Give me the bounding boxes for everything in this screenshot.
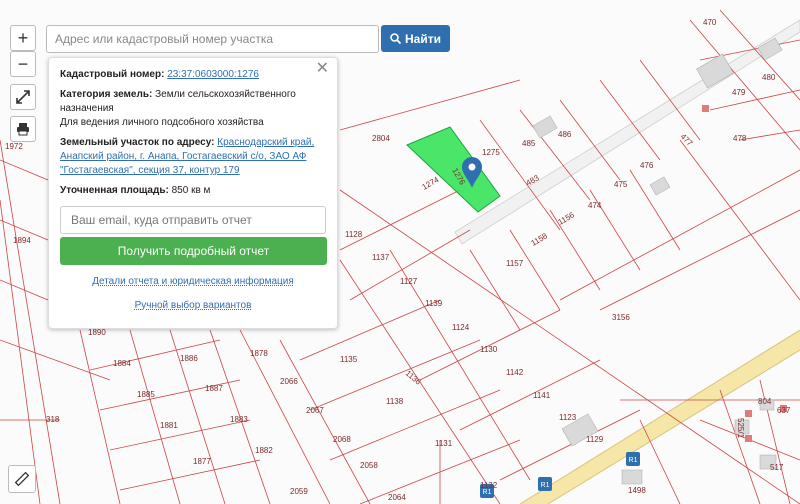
land-category-label: Категория земель: bbox=[60, 89, 153, 100]
parcel-number-label: 1137 bbox=[372, 253, 390, 262]
find-button-label: Найти bbox=[405, 31, 441, 46]
print-button[interactable] bbox=[10, 116, 36, 142]
parcel-number-label: 637 bbox=[777, 406, 791, 415]
printer-icon bbox=[17, 123, 29, 136]
parcel-number-label: 1130 bbox=[480, 345, 498, 354]
parcel-number-label: 1132 bbox=[480, 481, 498, 490]
parcel-number-label: 1878 bbox=[250, 349, 268, 358]
address-label: Земельный участок по адресу: bbox=[60, 137, 215, 148]
parcel-number-label: 1138 bbox=[386, 397, 404, 406]
parcel-number-label: 3156 bbox=[612, 313, 630, 322]
get-report-button[interactable]: Получить подробный отчет bbox=[60, 237, 327, 265]
parcel-number-label: 1124 bbox=[452, 323, 470, 332]
parcel-number-label: 1877 bbox=[193, 457, 211, 466]
parcel-number-label: 2068 bbox=[333, 435, 351, 444]
parcel-number-label: 1884 bbox=[113, 359, 131, 368]
parcel-number-label: 1135 bbox=[340, 355, 358, 364]
svg-text:R1: R1 bbox=[541, 482, 550, 489]
parcel-number-label: 470 bbox=[703, 18, 717, 27]
parcel-number-label: 478 bbox=[733, 134, 747, 143]
parcel-number-label: 517 bbox=[770, 463, 784, 472]
expand-icon bbox=[16, 90, 30, 104]
land-use-value: Для ведения личного подсобного хозяйства bbox=[60, 117, 264, 128]
parcel-number-label: 318 bbox=[46, 415, 60, 424]
parcel-number-label: 1890 bbox=[88, 328, 106, 337]
area-label: Уточненная площадь: bbox=[60, 185, 169, 196]
cadastral-number-row: Кадастровый номер: 23:37:0603000:1276 bbox=[60, 68, 326, 82]
parcel-number-label: 2059 bbox=[290, 487, 308, 496]
parcel-number-label: 2064 bbox=[388, 493, 406, 502]
parcel-number-label: 1127 bbox=[400, 277, 418, 286]
parcel-number-label: 1883 bbox=[230, 415, 248, 424]
parcel-number-label: 1885 bbox=[137, 390, 155, 399]
address-row: Земельный участок по адресу: Краснодарск… bbox=[60, 136, 326, 178]
parcel-number-label: 2058 bbox=[360, 461, 378, 470]
parcel-number-label: 1131 bbox=[435, 439, 453, 448]
parcel-number-label: 476 bbox=[640, 161, 654, 170]
fullscreen-button[interactable] bbox=[10, 84, 36, 110]
ruler-button[interactable] bbox=[8, 465, 36, 493]
cadastral-number-label: Кадастровый номер: bbox=[60, 69, 165, 80]
parcel-number-label: 1881 bbox=[160, 421, 178, 430]
parcel-info-panel: ✕ Кадастровый номер: 23:37:0603000:1276 … bbox=[48, 57, 338, 329]
parcel-number-label: 804 bbox=[758, 397, 772, 406]
parcel-number-label: 1139 bbox=[425, 299, 443, 308]
parcel-number-label: 2067 bbox=[306, 406, 324, 415]
area-value: 850 кв м bbox=[171, 185, 211, 196]
parcel-number-label: 1498 bbox=[628, 486, 646, 495]
search-input[interactable] bbox=[46, 25, 379, 53]
parcel-number-label: 1157 bbox=[506, 259, 524, 268]
land-category-row: Категория земель: Земли сельскохозяйстве… bbox=[60, 88, 326, 130]
zoom-out-button[interactable]: − bbox=[10, 51, 36, 77]
parcel-number-label: 1142 bbox=[506, 368, 524, 377]
parcel-number-label: 1129 bbox=[586, 435, 604, 444]
parcel-number-label: 2066 bbox=[280, 377, 298, 386]
email-field[interactable] bbox=[60, 206, 326, 234]
report-details-link[interactable]: Детали отчета и юридическая информация bbox=[60, 275, 326, 289]
area-row: Уточненная площадь: 850 кв м bbox=[60, 184, 326, 198]
search-icon bbox=[390, 33, 401, 44]
parcel-number-label: 1123 bbox=[559, 413, 577, 422]
parcel-number-label: 1894 bbox=[13, 236, 31, 245]
ruler-icon bbox=[14, 471, 30, 487]
parcel-number-label: 485 bbox=[522, 139, 536, 148]
parcel-number-label: 1886 bbox=[180, 354, 198, 363]
find-button[interactable]: Найти bbox=[381, 25, 450, 52]
parcel-number-label: 486 bbox=[558, 130, 572, 139]
parcel-number-label: 1972 bbox=[5, 142, 23, 151]
svg-text:R1: R1 bbox=[629, 457, 638, 464]
parcel-number-label: 479 bbox=[732, 88, 746, 97]
parcel-number-label: 480 bbox=[762, 73, 776, 82]
parcel-number-label: 1882 bbox=[255, 446, 273, 455]
parcel-number-label: 474 bbox=[588, 201, 602, 210]
parcel-number-label: 1128 bbox=[345, 230, 363, 239]
parcel-number-label: 1275 bbox=[482, 148, 500, 157]
parcel-number-label: 1141 bbox=[533, 391, 551, 400]
parcel-number-label: 2804 bbox=[372, 134, 390, 143]
parcel-number-label: 1887 bbox=[205, 384, 223, 393]
manual-selection-link[interactable]: Ручной выбор вариантов bbox=[60, 299, 326, 313]
cadastral-number-link[interactable]: 23:37:0603000:1276 bbox=[167, 69, 259, 80]
close-icon[interactable]: ✕ bbox=[316, 61, 329, 77]
parcel-number-label: 475 bbox=[614, 180, 628, 189]
zoom-in-button[interactable]: + bbox=[10, 25, 36, 51]
parcel-number-label: 525/1 bbox=[736, 418, 745, 439]
svg-text:R1: R1 bbox=[483, 489, 492, 496]
